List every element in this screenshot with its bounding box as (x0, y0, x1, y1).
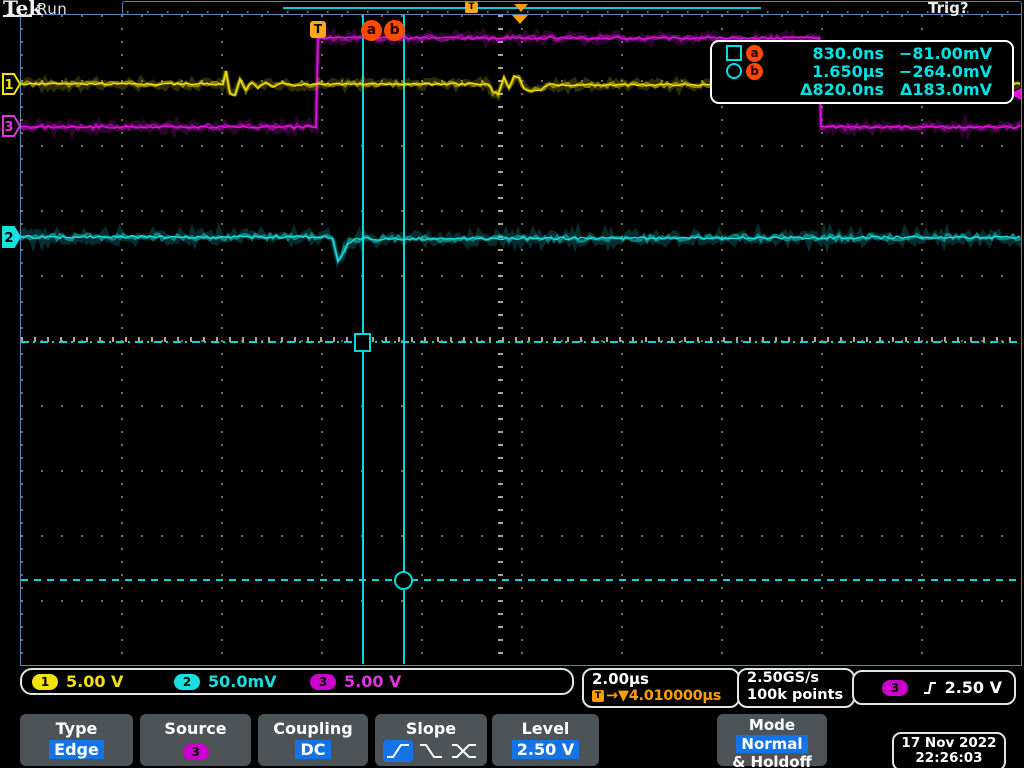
record-trigger-t-icon[interactable]: T (465, 2, 478, 13)
channel-3-scale: 5.00 V (344, 672, 402, 691)
acquisition-readout[interactable]: 2.50GS/s 100k points (737, 668, 855, 708)
menu-mode-value: Normal (736, 735, 808, 753)
trigger-status: Trig? (928, 0, 969, 17)
sample-rate: 2.50GS/s (747, 670, 820, 686)
expansion-point-arrow-icon (512, 15, 528, 24)
cursor-b-vertical-line[interactable] (403, 15, 405, 664)
menu-slope-label: Slope (405, 719, 457, 738)
menu-level-label: Level (521, 719, 570, 738)
cursor-a-badge[interactable]: a (361, 20, 382, 41)
cursor-delta-time: Δ820.0ns (800, 79, 884, 99)
cursor-a-time: 830.0ns (812, 43, 884, 63)
trigger-readout[interactable]: 3 2.50 V (852, 670, 1016, 705)
menu-coupling-button[interactable]: Coupling DC (258, 714, 368, 766)
cursor-b-circle-icon (726, 63, 742, 79)
menu-source-label: Source (164, 719, 227, 738)
menu-level-button[interactable]: Level 2.50 V (492, 714, 599, 766)
channel-3-marker[interactable]: 3 (2, 115, 22, 137)
menu-source-value: 3 (182, 744, 209, 760)
trigger-slope-rising-icon (924, 681, 936, 694)
acquisition-status: Run (37, 0, 68, 18)
slope-falling-icon[interactable] (416, 740, 446, 762)
slope-either-icon[interactable] (449, 740, 479, 762)
channel-1-scale: 5.00 V (66, 672, 124, 691)
menu-type-label: Type (55, 719, 98, 738)
trigger-level-value: 2.50 V (944, 678, 1002, 697)
timebase-readout[interactable]: 2.00µs T →▼4.010000µs (582, 668, 740, 708)
record-length: 100k points (747, 687, 844, 703)
channel-1-readout[interactable]: 1 5.00 V (32, 672, 123, 691)
menu-level-value: 2.50 V (511, 740, 580, 759)
cursor-a-square-icon (726, 45, 742, 61)
cursor-a-badge: a (746, 44, 763, 62)
channel-3-readout[interactable]: 3 5.00 V (310, 672, 401, 691)
channel-1-marker[interactable]: 1 (2, 73, 22, 95)
cursor-b-badge[interactable]: b (384, 20, 405, 41)
channel-2-scale: 50.0mV (208, 672, 277, 691)
menu-coupling-value: DC (295, 740, 331, 759)
cursor-a-voltage: −81.00mV (898, 43, 992, 63)
cursor-b-horizontal-line[interactable] (21, 579, 1021, 581)
menu-slope-button[interactable]: Slope (375, 714, 487, 766)
cursor-readout-box: a 830.0ns −81.00mV b 1.650µs −264.0mV Δ8… (710, 40, 1014, 104)
oscilloscope-screen: Tek Run Trig? T T a b 1 3 2 a 830.0ns −8… (0, 0, 1024, 768)
menu-type-value: Edge (49, 740, 104, 759)
channel-2-marker[interactable]: 2 (2, 226, 22, 248)
menu-mode-button[interactable]: Mode Normal & Holdoff (717, 714, 827, 768)
channel-3-badge: 3 (310, 673, 336, 690)
channel-1-badge: 1 (32, 673, 58, 690)
menu-mode-label: Mode (748, 716, 796, 734)
slope-rising-icon[interactable] (383, 740, 413, 762)
trigger-delay-value: →▼4.010000µs (606, 688, 722, 704)
cursor-a-horizontal-line[interactable] (21, 341, 1021, 343)
record-view-bar: T (122, 1, 1022, 15)
channel-2-marker-label: 2 (4, 231, 13, 246)
record-expansion-arrow-icon[interactable] (514, 4, 528, 12)
cursor-b-badge: b (746, 62, 763, 80)
tek-logo-underline (3, 15, 32, 17)
channel-3-marker-label: 3 (4, 120, 13, 135)
trigger-position-t-icon: T (310, 21, 326, 38)
cursor-b-voltage: −264.0mV (898, 61, 992, 81)
channel-2-badge: 2 (174, 673, 200, 690)
menu-source-button[interactable]: Source 3 (140, 714, 251, 766)
datetime-box: 17 Nov 2022 22:26:03 (892, 732, 1006, 768)
time-value: 22:26:03 (915, 750, 983, 766)
menu-type-button[interactable]: Type Edge (20, 714, 133, 766)
cursor-a-square-icon[interactable] (354, 333, 371, 352)
trigger-t-icon: T (592, 690, 604, 702)
cursor-b-circle-icon[interactable] (394, 571, 413, 590)
cursor-delta-voltage: Δ183.0mV (899, 79, 992, 99)
cursor-b-time: 1.650µs (812, 61, 884, 81)
channel-2-readout[interactable]: 2 50.0mV (174, 672, 277, 691)
channel-scale-bar[interactable]: 1 5.00 V 2 50.0mV 3 5.00 V (20, 668, 574, 695)
channel-1-marker-label: 1 (4, 78, 13, 93)
record-view-ticks (127, 11, 1017, 13)
date-value: 17 Nov 2022 (901, 735, 997, 751)
menu-mode-value2: & Holdoff (732, 753, 812, 768)
timebase-scale: 2.00µs (592, 670, 649, 688)
menu-coupling-label: Coupling (273, 719, 353, 738)
trigger-source-badge: 3 (882, 679, 908, 696)
